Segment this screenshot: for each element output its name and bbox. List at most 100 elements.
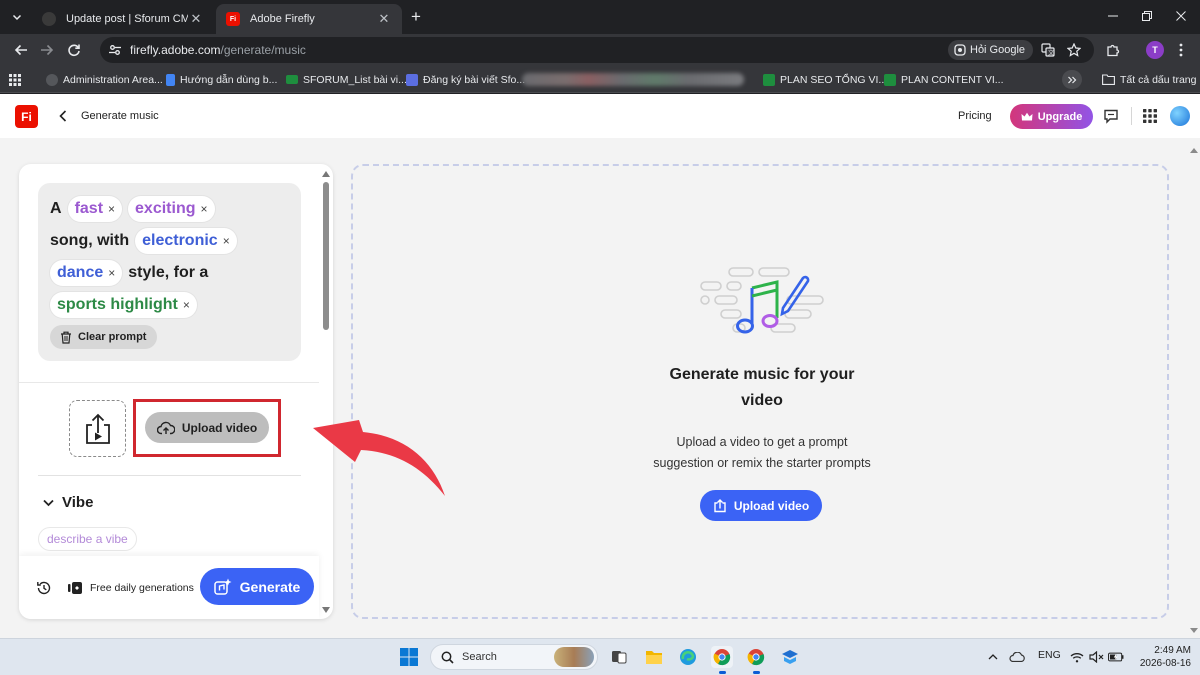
prompt-chip-dance[interactable]: dance × <box>50 260 123 286</box>
prompt-panel: A fast × exciting × song, with electroni… <box>19 164 333 619</box>
svg-text:文: 文 <box>1048 49 1054 57</box>
tab-update-post[interactable]: Update post | Sforum CMS ✕ <box>32 4 214 34</box>
feedback-chat-icon[interactable] <box>1101 106 1121 126</box>
firefly-app: Fi Generate music Pricing Upgrade A fast… <box>0 94 1200 638</box>
tab-search-chevron-icon[interactable] <box>6 6 28 28</box>
close-tab-icon[interactable]: ✕ <box>376 11 392 27</box>
battery-charging-icon[interactable] <box>1108 649 1124 665</box>
panel-scrollbar[interactable] <box>322 170 330 614</box>
tray-chevron-up-icon[interactable] <box>985 649 1001 665</box>
firefly-logo[interactable]: Fi <box>15 105 38 128</box>
extensions-puzzle-icon[interactable] <box>1102 39 1124 61</box>
user-avatar[interactable] <box>1170 106 1190 126</box>
chevron-down-icon <box>43 499 54 506</box>
address-bar[interactable]: firefly.adobe.com/generate/music Hỏi Goo… <box>100 37 1094 63</box>
prompt-chip-exciting[interactable]: exciting × <box>128 196 215 222</box>
upload-video-button[interactable]: Upload video <box>145 412 269 443</box>
new-tab-plus-icon[interactable]: + <box>406 7 426 27</box>
task-view-icon[interactable] <box>608 646 630 668</box>
prompt-chip-fast[interactable]: fast × <box>67 196 123 222</box>
scroll-down-arrow-icon[interactable] <box>322 606 330 614</box>
bookmark-item[interactable]: PLAN CONTENT VI... <box>884 70 1004 89</box>
bookmark-item[interactable]: Administration Area... <box>46 70 163 89</box>
app-switcher-grid-icon[interactable] <box>1140 106 1160 126</box>
remove-chip-icon[interactable]: × <box>223 234 230 248</box>
file-explorer-icon[interactable] <box>643 646 665 668</box>
canvas-description: Upload a video to get a prompt suggestio… <box>653 435 871 470</box>
tab-title: Update post | Sforum CMS <box>66 13 188 25</box>
all-bookmarks-folder[interactable]: Tất cả dấu trang <box>1102 70 1196 89</box>
bookmark-item[interactable]: Hướng dẫn dùng b... <box>166 70 277 89</box>
scroll-up-arrow-icon[interactable] <box>322 170 330 178</box>
music-notes-illustration-icon <box>697 266 827 338</box>
credits-icon <box>67 581 83 595</box>
upload-box-icon <box>714 498 726 512</box>
prompt-box[interactable]: A fast × exciting × song, with electroni… <box>38 183 301 361</box>
google-docs-icon <box>166 73 175 86</box>
bookmarks-bar: Administration Area... Hướng dẫn dùng b.… <box>0 66 1200 93</box>
canvas-title: Generate music for your video <box>669 366 855 409</box>
scroll-thumb[interactable] <box>323 182 329 330</box>
input-language[interactable]: ENG <box>1038 649 1061 661</box>
prompt-line: sports highlight × <box>50 291 197 319</box>
remove-chip-icon[interactable]: × <box>201 202 208 216</box>
divider <box>38 475 301 476</box>
site-info-icon[interactable] <box>104 39 126 61</box>
back-chevron-icon[interactable] <box>54 107 72 125</box>
reload-icon[interactable] <box>63 39 85 61</box>
tab-title: Adobe Firefly <box>250 13 315 25</box>
page-title: Generate music <box>81 110 159 122</box>
restore-window-icon[interactable] <box>1128 0 1166 32</box>
more-bookmarks-chevron-icon[interactable] <box>1062 70 1082 89</box>
chrome-profile-icon[interactable] <box>745 646 767 674</box>
page-scrollbar[interactable] <box>1188 144 1200 638</box>
speaker-muted-icon[interactable] <box>1088 649 1104 665</box>
windows-start-icon[interactable] <box>400 648 418 666</box>
close-window-icon[interactable] <box>1162 0 1200 32</box>
browser-toolbar: firefly.adobe.com/generate/music Hỏi Goo… <box>0 34 1200 66</box>
prompt-chip-sports-highlight[interactable]: sports highlight × <box>50 292 197 318</box>
google-sheets-icon <box>884 73 896 86</box>
translate-icon[interactable]: 文 <box>1038 40 1058 60</box>
chrome-browser-icon[interactable] <box>711 646 733 674</box>
upload-video-main-button[interactable]: Upload video <box>700 490 822 521</box>
pricing-link[interactable]: Pricing <box>958 110 992 122</box>
vibe-input[interactable]: describe a vibe <box>38 527 137 551</box>
remove-chip-icon[interactable]: × <box>108 266 115 280</box>
bookmark-item[interactable]: Đăng ký bài viết Sfo... <box>406 70 525 89</box>
upload-canvas[interactable]: Generate music for your video Upload a v… <box>351 164 1169 619</box>
bookmark-star-icon[interactable] <box>1064 40 1084 60</box>
video-upload-dropzone[interactable] <box>69 400 126 457</box>
prompt-chip-electronic[interactable]: electronic × <box>135 228 237 254</box>
apps-grid-icon[interactable] <box>9 70 21 89</box>
minimize-window-icon[interactable] <box>1094 0 1132 32</box>
remove-chip-icon[interactable]: × <box>108 202 115 216</box>
forward-arrow-icon[interactable] <box>36 39 58 61</box>
upgrade-button[interactable]: Upgrade <box>1010 104 1093 129</box>
bookmark-item[interactable]: PLAN SEO TỔNG VI... <box>763 70 887 89</box>
taskbar-search[interactable]: Search <box>430 644 598 670</box>
clear-prompt-button[interactable]: Clear prompt <box>50 325 158 349</box>
tab-adobe-firefly[interactable]: Fi Adobe Firefly ✕ <box>216 4 402 34</box>
close-tab-icon[interactable]: ✕ <box>188 11 204 27</box>
edge-browser-icon[interactable] <box>677 646 699 668</box>
app-launcher-icon[interactable] <box>779 646 801 668</box>
url-text: firefly.adobe.com/generate/music <box>130 43 306 57</box>
red-annotation-arrow <box>313 420 445 496</box>
search-icon <box>441 651 454 664</box>
back-arrow-icon[interactable] <box>10 39 32 61</box>
google-sheets-icon <box>763 73 775 86</box>
remove-chip-icon[interactable]: × <box>183 298 190 312</box>
bookmark-item[interactable]: SFORUM_List bài vi... <box>286 70 407 89</box>
ask-google-chip[interactable]: Hỏi Google <box>948 40 1034 60</box>
more-menu-icon[interactable] <box>1170 39 1192 61</box>
folder-icon <box>1102 74 1115 85</box>
onedrive-cloud-icon[interactable] <box>1009 649 1025 665</box>
wifi-icon[interactable] <box>1069 649 1085 665</box>
profile-avatar[interactable]: T <box>1144 39 1166 61</box>
forms-icon <box>406 73 418 86</box>
vibe-section-toggle[interactable]: Vibe <box>43 494 93 511</box>
generate-button[interactable]: Generate <box>200 568 314 605</box>
history-icon[interactable] <box>36 580 52 596</box>
taskbar-clock[interactable]: 2:49 AM 2026-08-16 <box>1131 644 1191 670</box>
